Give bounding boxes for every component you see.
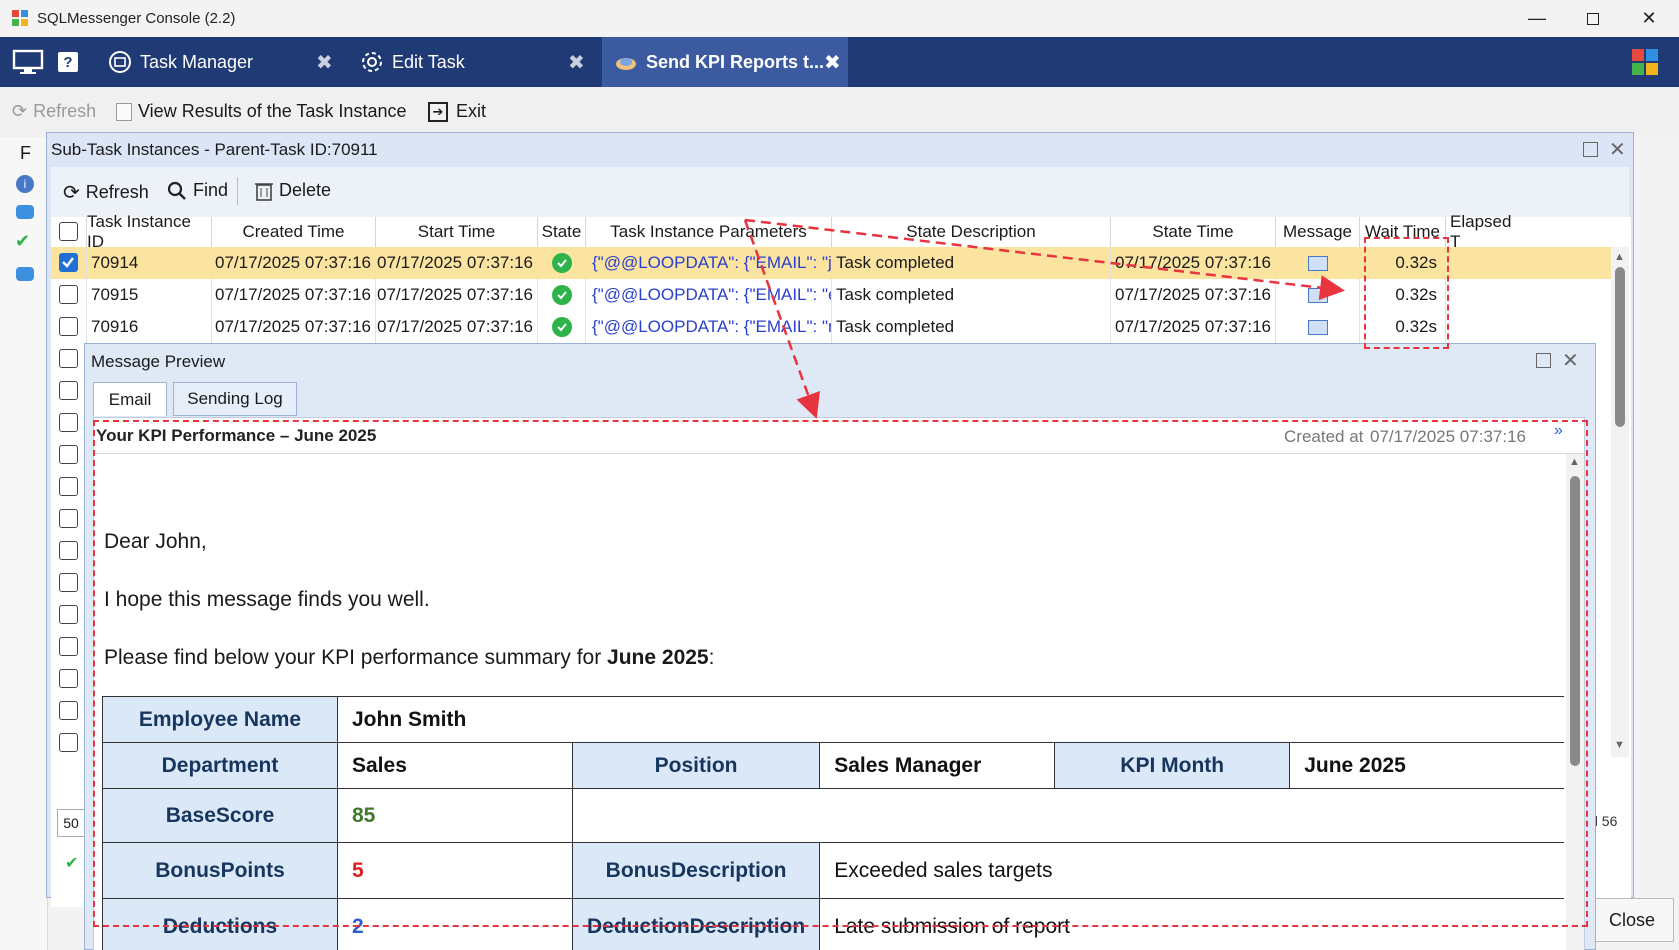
annotation-arrows (743, 218, 1345, 419)
app-window: SQLMessenger Console (2.2) — ✕ ? Task Ma… (0, 0, 1679, 950)
arrow-to-email-preview (743, 219, 820, 419)
arrow-to-message-column (744, 218, 1345, 301)
